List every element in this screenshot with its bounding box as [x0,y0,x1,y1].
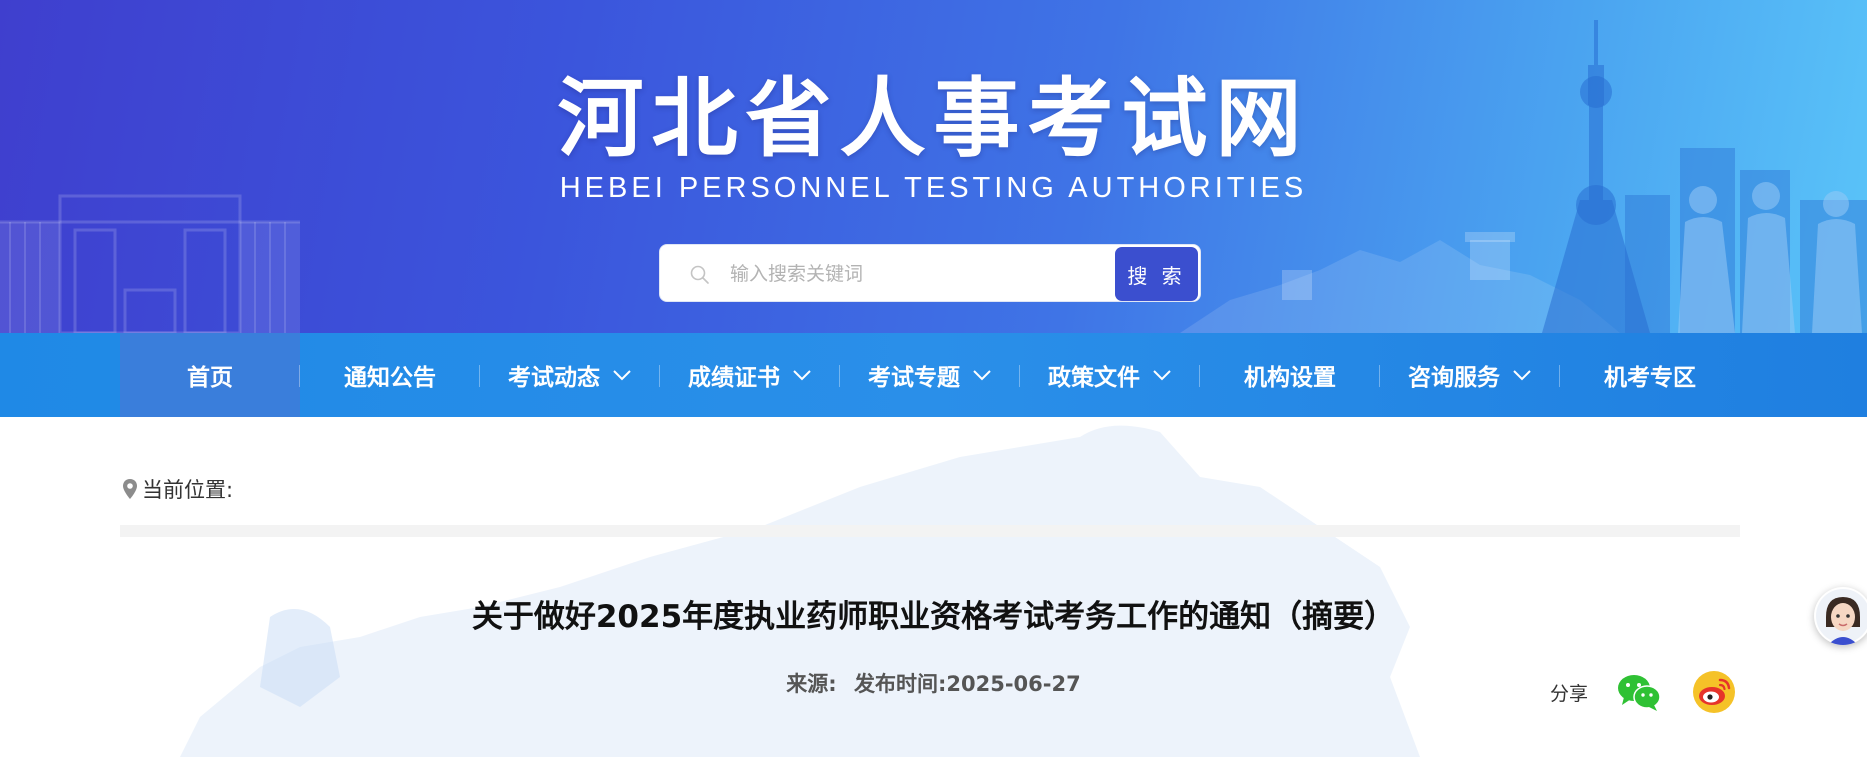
weibo-icon[interactable] [1692,670,1736,714]
nav-item-consulting[interactable]: 咨询服务 [1380,333,1560,417]
chevron-down-icon [973,370,991,381]
article-content: 当前位置: 关于做好2025年度执业药师职业资格考试考务工作的通知（摘要） 来源… [0,417,1867,757]
chevron-down-icon [613,370,631,381]
nav-item-policy-documents[interactable]: 政策文件 [1020,333,1200,417]
nav-item-label: 考试专题 [868,365,960,391]
chevron-down-icon [1153,370,1171,381]
assistant-avatar-icon [1816,589,1867,645]
site-subtitle: HEBEI PERSONNEL TESTING AUTHORITIES [559,172,1308,204]
nav-item-exam-news[interactable]: 考试动态 [480,333,660,417]
article-date: 发布时间:2025-06-27 [853,672,1081,696]
divider [120,525,1740,537]
breadcrumb: 当前位置: [120,474,233,504]
article-source: 来源: [786,672,837,696]
nav-item-exam-topics[interactable]: 考试专题 [840,333,1020,417]
assistant-avatar[interactable] [1814,587,1867,645]
nav-item-scores-certificates[interactable]: 成绩证书 [660,333,840,417]
breadcrumb-label: 当前位置: [142,478,234,502]
nav-item-label: 通知公告 [344,365,436,391]
nav-item-label: 机构设置 [1244,365,1336,391]
chevron-down-icon [1513,370,1531,381]
share-bar: 分享 [1550,670,1736,714]
location-pin-icon [123,479,137,499]
share-label: 分享 [1550,682,1589,705]
nav-item-notices[interactable]: 通知公告 [300,333,480,417]
site-banner: 河北省人事考试网 HEBEI PERSONNEL TESTING AUTHORI… [0,0,1867,333]
search-button[interactable]: 搜 索 [1115,247,1198,301]
nav-item-organization[interactable]: 机构设置 [1200,333,1380,417]
wechat-icon[interactable] [1616,672,1662,712]
nav-item-label: 首页 [187,365,233,391]
main-navigation: 首页 通知公告 考试动态 成绩证书 考试专题 政策文件 机构设置 咨询服务 机考… [0,333,1867,417]
nav-item-label: 考试动态 [508,365,600,391]
nav-item-label: 咨询服务 [1408,365,1500,391]
nav-item-home[interactable]: 首页 [120,333,300,417]
search-input[interactable] [730,255,1090,293]
article-title: 关于做好2025年度执业药师职业资格考试考务工作的通知（摘要） [471,599,1396,635]
search-bar: 搜 索 [659,244,1201,302]
site-title: 河北省人事考试网 [557,69,1310,169]
nav-item-computer-exam[interactable]: 机考专区 [1560,333,1740,417]
search-icon [690,265,709,284]
chevron-down-icon [793,370,811,381]
nav-item-label: 成绩证书 [688,365,780,391]
nav-item-label: 机考专区 [1604,365,1696,391]
nav-item-label: 政策文件 [1048,365,1140,391]
